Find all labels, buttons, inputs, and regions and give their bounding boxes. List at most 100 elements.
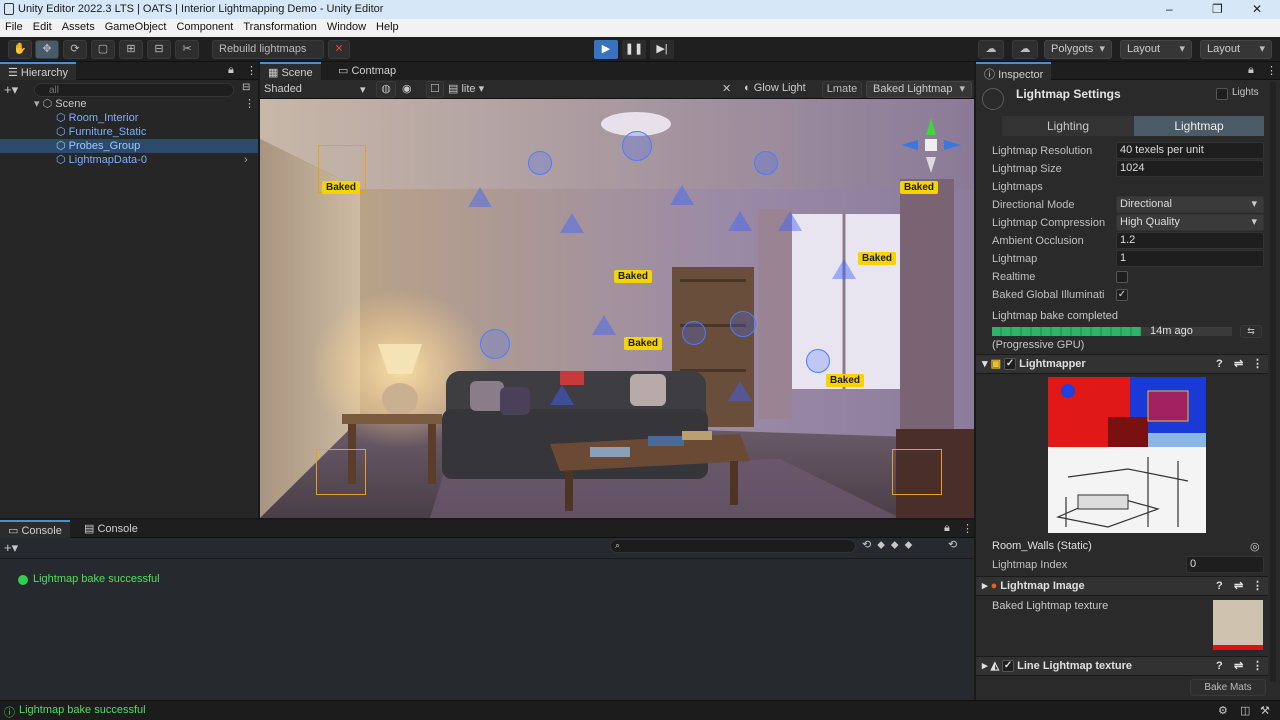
hierarchy-item-lightmapdata[interactable]: ⬡ LightmapData-0 › <box>0 153 258 167</box>
lightmap-probe-icon[interactable] <box>728 211 752 231</box>
light-probe[interactable] <box>622 131 652 161</box>
scene-viewport[interactable]: Baked Baked Baked Baked Baked Baked <box>260 99 974 518</box>
visibility-icon[interactable]: ◉ <box>402 82 412 95</box>
lightmap-compression-dropdown[interactable]: High Quality <box>1116 214 1264 231</box>
move-tool-icon[interactable]: ✥ <box>35 40 59 59</box>
transform-tool-icon[interactable]: ⊞ <box>119 40 143 59</box>
lock-icon[interactable]: 🔒︎ <box>228 64 234 77</box>
lightmapper-component-header[interactable]: ▾ ▣ ✓ Lightmapper ? ⇌ ⋮ <box>976 354 1268 374</box>
lock-icon[interactable]: 🔒︎ <box>1248 64 1254 77</box>
layout-dropdown[interactable]: Layout <box>1120 40 1192 59</box>
clear-icon[interactable]: ⟲ <box>948 538 957 551</box>
more-menu-icon[interactable]: ⋮ <box>246 64 257 77</box>
lightmap-probe-icon[interactable] <box>592 315 616 335</box>
2d-toggle-icon[interactable]: ◍ <box>376 81 396 98</box>
reflection-probe-box[interactable] <box>316 449 366 495</box>
preset-icon[interactable]: ⇌ <box>1234 355 1243 374</box>
realtime-checkbox[interactable] <box>1116 271 1128 283</box>
tab-console[interactable]: ▭ Console <box>0 520 70 538</box>
filter-icon[interactable]: ⊟ <box>242 82 250 93</box>
shading-mode-dropdown[interactable]: Shaded ▾ <box>264 83 368 96</box>
menu-assets[interactable]: Assets <box>57 19 100 33</box>
light-probe[interactable] <box>754 151 778 175</box>
bake-mats-button[interactable]: Bake Mats <box>1190 679 1266 696</box>
menu-component[interactable]: Component <box>171 19 238 33</box>
lightmap-field[interactable]: 1 <box>1116 250 1264 267</box>
effects-icon[interactable]: ☐ <box>426 81 444 98</box>
lightmapper-enabled-checkbox[interactable]: ✓ <box>1004 358 1017 371</box>
hierarchy-item-scene[interactable]: ▾ ⬡ Scene ⋮ <box>0 97 258 111</box>
lightmap-size-field[interactable]: 1024 <box>1116 160 1264 177</box>
tab-inspector[interactable]: ⓘ Inspector <box>976 62 1052 81</box>
light-probe[interactable] <box>682 321 706 345</box>
console-search-input[interactable]: ⌕ <box>610 539 856 553</box>
console-filter-icons[interactable]: ⟲⬥⬥⬥ <box>862 538 918 552</box>
lightmap-probe-icon[interactable] <box>832 259 856 279</box>
rebuild-lightmaps-button[interactable]: Rebuild lightmaps <box>212 40 324 59</box>
custom-tool-icon[interactable]: ⊟ <box>147 40 171 59</box>
light-probe[interactable] <box>480 329 510 359</box>
subtab-lightmap[interactable]: Lightmap <box>1134 116 1264 136</box>
step-button[interactable]: ▶| <box>650 40 674 59</box>
network-icon[interactable]: ⚙ <box>1218 704 1228 717</box>
cancel-bake-icon[interactable]: ✕ <box>328 40 350 59</box>
more-menu-icon[interactable]: ⋮ <box>1266 64 1277 77</box>
hierarchy-item-probes-group[interactable]: ⬡ Probes_Group <box>0 139 258 153</box>
line-lightmap-checkbox[interactable]: ✓ <box>1002 660 1015 673</box>
inspector-scrollbar[interactable] <box>1270 82 1276 682</box>
menu-gameobject[interactable]: GameObject <box>100 19 172 33</box>
baked-gi-checkbox[interactable]: ✓ <box>1116 289 1128 301</box>
add-icon[interactable]: +▾ <box>4 540 18 556</box>
minimize-button[interactable]: – <box>1166 2 1173 16</box>
menu-file[interactable]: File <box>0 19 28 33</box>
help-icon[interactable]: ? <box>1216 577 1223 596</box>
layout-dropdown-2[interactable]: Layout <box>1200 40 1272 59</box>
subtab-lighting[interactable]: Lighting <box>1002 116 1134 136</box>
light-probe[interactable] <box>528 151 552 175</box>
component-menu-icon[interactable]: ⋮ <box>1252 577 1263 596</box>
add-object-icon[interactable]: +▾ <box>4 82 18 98</box>
component-menu-icon[interactable]: ⋮ <box>1252 355 1263 374</box>
light-probe[interactable] <box>730 311 756 337</box>
debug-icon[interactable]: ⚒ <box>1260 704 1270 717</box>
hierarchy-search-input[interactable] <box>34 83 234 97</box>
scene-more-icon[interactable]: ⋮ <box>244 97 255 111</box>
bake-options-button[interactable]: ⇆ <box>1240 325 1262 338</box>
lightmap-probe-icon[interactable] <box>670 185 694 205</box>
gizmos-dropdown[interactable]: ▤ lite ▾ <box>448 82 484 95</box>
hand-tool-icon[interactable]: ✋ <box>8 40 32 59</box>
cloud-icon[interactable]: ☁ <box>978 40 1004 59</box>
lightmap-probe-icon[interactable] <box>778 211 802 231</box>
help-icon[interactable]: ? <box>1216 657 1223 676</box>
lock-icon[interactable]: 🔒︎ <box>944 522 950 535</box>
menu-window[interactable]: Window <box>322 19 371 33</box>
lightmap-index-field[interactable]: 0 <box>1186 556 1264 573</box>
tab-console-2[interactable]: ▤ Console <box>76 520 146 538</box>
target-icon[interactable]: ◎ <box>1250 540 1260 553</box>
layers-dropdown[interactable]: Polygots <box>1044 40 1112 59</box>
component-menu-icon[interactable]: ⋮ <box>1252 657 1263 676</box>
menu-edit[interactable]: Edit <box>28 19 57 33</box>
lightmap-probe-icon[interactable] <box>560 213 584 233</box>
rect-tool-icon[interactable]: ▢ <box>91 40 115 59</box>
cut-tool-icon[interactable]: ✂ <box>175 40 199 59</box>
lightmap-preview-image[interactable] <box>1048 377 1206 533</box>
play-button[interactable]: ▶ <box>594 40 618 59</box>
hierarchy-item-furniture-static[interactable]: ⬡ Furniture_Static <box>0 125 258 139</box>
pause-button[interactable]: ❚❚ <box>622 40 646 59</box>
close-button[interactable]: ✕ <box>1252 2 1262 16</box>
line-lightmap-component-header[interactable]: ▸ ◭ ✓ Line Lightmap texture ? ⇌ ⋮ <box>976 656 1268 676</box>
scene-orientation-gizmo[interactable] <box>896 113 966 183</box>
menu-transformation[interactable]: Transformation <box>238 19 322 33</box>
tools-icon[interactable]: ✕ <box>722 82 731 95</box>
cache-icon[interactable]: ◫ <box>1240 704 1250 717</box>
hierarchy-item-room-interior[interactable]: ⬡ Room_Interior <box>0 111 258 125</box>
console-message[interactable]: Lightmap bake successful <box>33 573 160 585</box>
status-message[interactable]: Lightmap bake successful <box>19 704 146 716</box>
help-icon[interactable]: ? <box>1216 355 1223 374</box>
tab-hierarchy[interactable]: ☰ Hierarchy <box>0 62 76 80</box>
glow-light-toggle[interactable]: ◐ Glow Light <box>744 82 806 94</box>
lightmap-probe-icon[interactable] <box>550 385 574 405</box>
ambient-occlusion-field[interactable]: 1.2 <box>1116 232 1264 249</box>
baked-texture-thumbnail[interactable] <box>1213 600 1263 650</box>
